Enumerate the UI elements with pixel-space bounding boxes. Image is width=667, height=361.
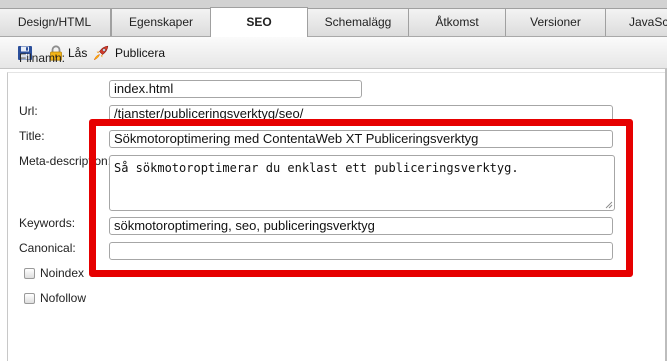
meta-description-label: Meta-description: [19, 154, 112, 168]
nofollow-checkbox[interactable] [24, 293, 35, 304]
tab-atkomst[interactable]: Åtkomst [408, 8, 506, 36]
toolbar: Lås Publicera [0, 37, 667, 69]
canonical-label: Canonical: [19, 241, 76, 255]
meta-description-field[interactable]: Så sökmotoroptimerar du enklast ett publ… [109, 155, 615, 211]
tab-schemalagg[interactable]: Schemalägg [307, 8, 409, 36]
tab-seo[interactable]: SEO [210, 7, 308, 37]
url-label: Url: [19, 104, 38, 118]
lock-button[interactable]: Lås [68, 46, 87, 60]
filename-label: Filnamn: [19, 51, 66, 65]
resize-grip-icon[interactable] [605, 201, 613, 209]
filename-field[interactable]: index.html [109, 80, 362, 98]
tab-versioner[interactable]: Versioner [505, 8, 606, 36]
tab-javascript[interactable]: JavaScri [605, 8, 667, 36]
title-field[interactable]: Sökmotoroptimering med ContentaWeb XT Pu… [109, 130, 613, 148]
meta-description-text: Så sökmotoroptimerar du enklast ett publ… [114, 161, 519, 175]
noindex-label: Noindex [40, 266, 85, 280]
rocket-icon[interactable] [93, 45, 109, 61]
title-label: Title: [19, 129, 45, 143]
canonical-field[interactable] [109, 242, 613, 260]
publish-button[interactable]: Publicera [115, 46, 165, 60]
keywords-field[interactable]: sökmotoroptimering, seo, publiceringsver… [109, 217, 613, 235]
tab-egenskaper[interactable]: Egenskaper [111, 8, 211, 36]
tab-design-html[interactable]: Design/HTML [0, 8, 111, 36]
nofollow-label: Nofollow [40, 291, 87, 305]
url-field[interactable]: /tjanster/publiceringsverktyg/seo/ [109, 105, 613, 123]
tab-bar: Design/HTML Egenskaper SEO Schemalägg Åt… [0, 0, 667, 37]
keywords-label: Keywords: [19, 216, 76, 230]
noindex-checkbox[interactable] [24, 268, 35, 279]
